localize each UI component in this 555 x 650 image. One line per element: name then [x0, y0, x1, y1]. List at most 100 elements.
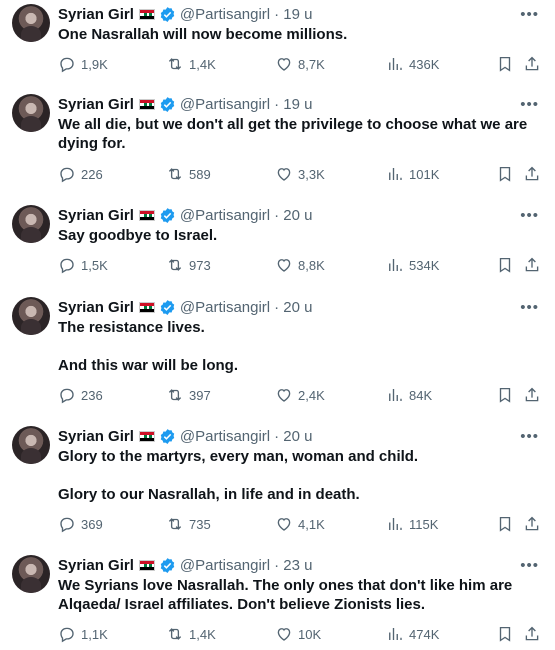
retweet-icon — [168, 168, 182, 180]
share-button[interactable] — [523, 514, 541, 534]
tweet-text: The resistance lives. And this war will … — [58, 319, 239, 374]
view-count: 436K — [409, 56, 440, 72]
like-button[interactable]: 8,8K — [275, 255, 325, 275]
views-button[interactable]: 101K — [386, 164, 439, 184]
reply-button[interactable]: 1,5K — [58, 255, 108, 275]
more-icon[interactable]: ••• — [520, 557, 539, 574]
bookmark-button[interactable] — [496, 624, 514, 644]
user-handle[interactable]: @Partisangirl — [180, 428, 270, 445]
user-handle[interactable]: @Partisangirl — [180, 96, 270, 113]
display-name[interactable]: Syrian Girl — [58, 557, 134, 574]
bookmark-button[interactable] — [496, 255, 514, 275]
retweet-button[interactable]: 735 — [166, 514, 211, 534]
more-icon[interactable]: ••• — [520, 207, 539, 224]
reply-button[interactable]: 236 — [58, 385, 103, 405]
bookmark-icon — [499, 516, 511, 532]
share-icon — [525, 257, 539, 272]
user-handle[interactable]: @Partisangirl — [180, 207, 270, 224]
user-handle[interactable]: @Partisangirl — [180, 557, 270, 574]
views-icon — [389, 628, 402, 640]
heart-icon — [277, 628, 291, 641]
timestamp[interactable]: · 20 u — [274, 428, 312, 445]
reply-count: 226 — [81, 166, 103, 182]
share-button[interactable] — [523, 164, 541, 184]
reply-button[interactable]: 369 — [58, 514, 103, 534]
tweet-header: Syrian Girl @Partisangirl · 20 u — [58, 297, 313, 317]
like-button[interactable]: 2,4K — [275, 385, 325, 405]
retweet-icon — [168, 518, 182, 530]
reply-button[interactable]: 1,9K — [58, 54, 108, 74]
tweet[interactable]: Syrian Girl @Partisangirl · 20 u ••• Say… — [0, 205, 555, 285]
retweet-count: 397 — [189, 387, 211, 403]
views-button[interactable]: 115K — [386, 514, 438, 534]
retweet-icon — [168, 389, 182, 401]
timestamp[interactable]: · 19 u — [274, 6, 312, 23]
like-button[interactable]: 3,3K — [275, 164, 325, 184]
tweet[interactable]: Syrian Girl @Partisangirl · 20 u ••• The… — [0, 297, 555, 412]
tweet-header: Syrian Girl @Partisangirl · 20 u — [58, 426, 313, 446]
timestamp[interactable]: · 23 u — [274, 557, 312, 574]
views-button[interactable]: 474K — [386, 624, 439, 644]
bookmark-button[interactable] — [496, 514, 514, 534]
views-icon — [389, 259, 402, 271]
share-icon — [525, 166, 539, 181]
views-button[interactable]: 84K — [386, 385, 432, 405]
retweet-button[interactable]: 589 — [166, 164, 211, 184]
retweet-count: 973 — [189, 257, 211, 273]
retweet-icon — [168, 58, 182, 70]
timestamp[interactable]: · 20 u — [274, 207, 312, 224]
verified-badge-icon — [160, 96, 175, 112]
like-count: 4,1K — [298, 516, 325, 532]
avatar[interactable] — [12, 205, 50, 243]
bookmark-button[interactable] — [496, 164, 514, 184]
more-icon[interactable]: ••• — [520, 299, 539, 316]
avatar[interactable] — [12, 297, 50, 335]
bookmark-button[interactable] — [496, 385, 514, 405]
heart-icon — [277, 518, 291, 531]
tweet-actions: 1,9K 1,4K 8,7K 436K — [58, 54, 543, 74]
share-button[interactable] — [523, 624, 541, 644]
reply-icon — [60, 627, 74, 643]
tweet[interactable]: Syrian Girl @Partisangirl · 19 u ••• We … — [0, 94, 555, 194]
reply-icon — [60, 388, 74, 404]
tweet[interactable]: Syrian Girl @Partisangirl · 19 u ••• One… — [0, 4, 555, 84]
retweet-button[interactable]: 973 — [166, 255, 211, 275]
retweet-button[interactable]: 1,4K — [166, 624, 216, 644]
display-name[interactable]: Syrian Girl — [58, 299, 134, 316]
view-count: 474K — [409, 626, 440, 642]
avatar[interactable] — [12, 94, 50, 132]
user-handle[interactable]: @Partisangirl — [180, 299, 270, 316]
share-button[interactable] — [523, 255, 541, 275]
tweet[interactable]: Syrian Girl @Partisangirl · 20 u ••• Glo… — [0, 426, 555, 541]
avatar[interactable] — [12, 426, 50, 464]
timestamp[interactable]: · 20 u — [274, 299, 312, 316]
like-button[interactable]: 4,1K — [275, 514, 325, 534]
like-button[interactable]: 10K — [275, 624, 321, 644]
retweet-button[interactable]: 1,4K — [166, 54, 216, 74]
tweet[interactable]: Syrian Girl @Partisangirl · 23 u ••• We … — [0, 555, 555, 650]
user-handle[interactable]: @Partisangirl — [180, 6, 270, 23]
avatar[interactable] — [12, 4, 50, 42]
like-button[interactable]: 8,7K — [275, 54, 325, 74]
bookmark-icon — [499, 166, 511, 182]
views-button[interactable]: 534K — [386, 255, 439, 275]
more-icon[interactable]: ••• — [520, 6, 539, 23]
reply-button[interactable]: 226 — [58, 164, 103, 184]
share-button[interactable] — [523, 385, 541, 405]
more-icon[interactable]: ••• — [520, 96, 539, 113]
reply-button[interactable]: 1,1K — [58, 624, 108, 644]
bookmark-button[interactable] — [496, 54, 514, 74]
share-button[interactable] — [523, 54, 541, 74]
display-name[interactable]: Syrian Girl — [58, 6, 134, 23]
display-name[interactable]: Syrian Girl — [58, 207, 134, 224]
more-icon[interactable]: ••• — [520, 428, 539, 445]
timestamp[interactable]: · 19 u — [274, 96, 312, 113]
display-name[interactable]: Syrian Girl — [58, 428, 134, 445]
views-button[interactable]: 436K — [386, 54, 439, 74]
syria-flag-icon — [138, 301, 155, 313]
view-count: 534K — [409, 257, 440, 273]
avatar[interactable] — [12, 555, 50, 593]
retweet-button[interactable]: 397 — [166, 385, 211, 405]
retweet-count: 1,4K — [189, 56, 216, 72]
display-name[interactable]: Syrian Girl — [58, 96, 134, 113]
